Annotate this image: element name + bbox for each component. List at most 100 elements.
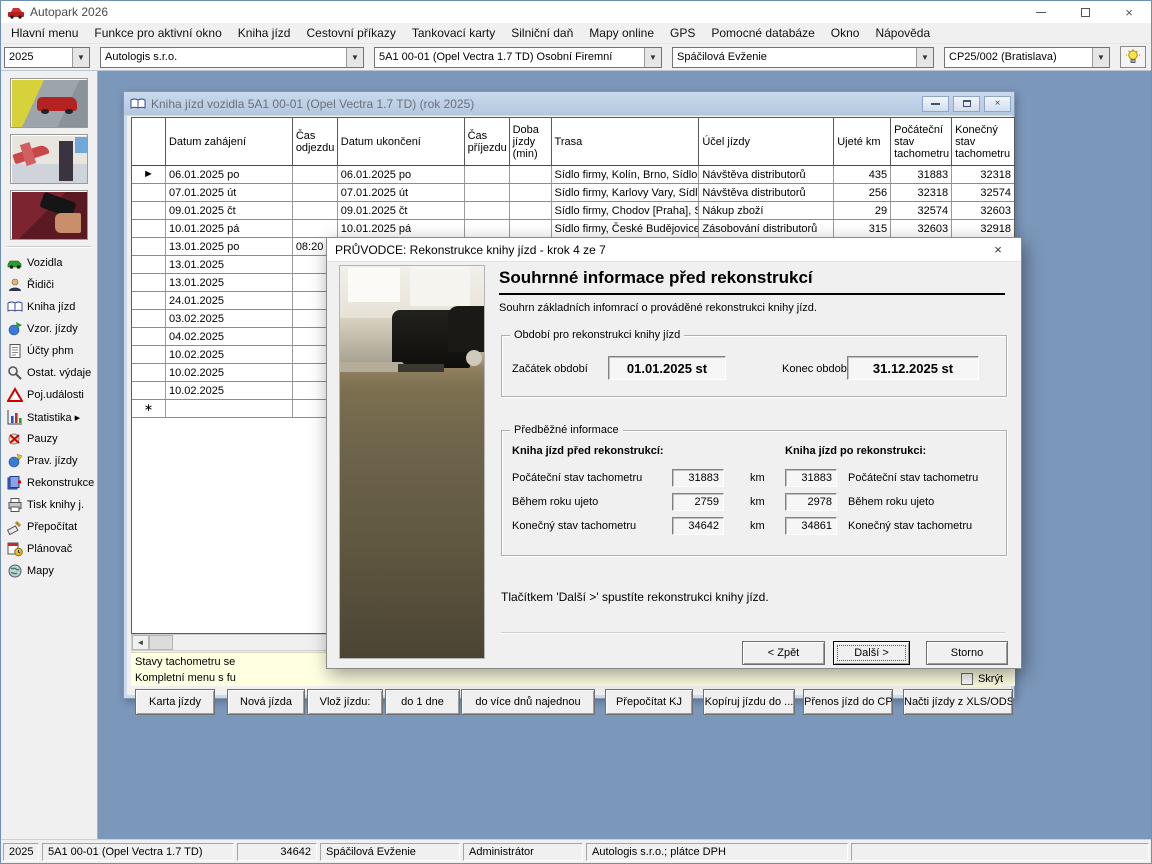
car-icon [7,260,22,269]
logbook-title-bar[interactable]: Kniha jízd vozidla 5A1 00-01 (Opel Vectr… [124,92,1014,115]
footer-buttons: Karta jízdy Nová jízda Vlož jízdu: do 1 dne… [127,689,1013,717]
logbook-action-button[interactable]: Načti jízdy z XLS/ODS [903,689,1013,715]
logbook-action-button[interactable]: Vlož jízdu: [307,689,383,715]
close-icon[interactable]: × [1107,1,1151,23]
logbook-action-button[interactable]: do 1 dne [385,689,460,715]
menu-item[interactable]: Okno [823,24,868,42]
logbook-action-button[interactable]: Přenos jízd do CP [803,689,893,715]
sidebar-item-vozidla[interactable]: Vozidla [1,252,97,274]
menu-item[interactable]: Kniha jízd [230,24,299,42]
tip-button[interactable] [1120,46,1146,68]
minimize-icon[interactable] [1019,1,1063,23]
year-combo[interactable]: 2025 ▼ [4,46,90,68]
divider [7,246,91,247]
globe-repeat-icon [8,453,23,468]
scroll-left-icon[interactable]: ◄ [132,635,149,650]
maximize-icon[interactable] [1063,1,1107,23]
book-icon [130,98,146,109]
logbook-action-button[interactable]: Karta jízdy [135,689,215,715]
wizard-title: PRŮVODCE: Rekonstrukce knihy jízd - krok… [335,242,606,257]
restore-icon[interactable] [953,95,980,112]
sidebar-item-vzor-jizdy[interactable]: Vzor. jízdy [1,318,97,340]
banner-fuel-image[interactable] [10,190,88,240]
chevron-down-icon[interactable]: ▼ [346,47,363,67]
banner-car-image[interactable] [10,78,88,128]
checkbox-icon[interactable] [960,673,973,685]
menu-item[interactable]: Tankovací karty [404,24,503,42]
back-button[interactable]: < Zpět [742,641,825,665]
wizard-description: Souhrn základních infomrací o prováděné … [499,302,817,314]
menu-item[interactable]: Pomocné databáze [703,24,822,42]
column-header: Čas příjezdu [465,118,510,165]
status-odometer: 34642 [237,842,317,861]
before-value-field: 2759 [672,493,724,511]
menu-item[interactable]: Cestovní příkazy [298,24,403,42]
sidebar-item-pojistne-udalosti[interactable]: Poj.události [1,384,97,406]
sidebar-item-mapy[interactable]: Mapy [1,560,97,582]
menu-item[interactable]: Silniční daň [503,24,581,42]
start-value-field: 01.01.2025 st [608,356,726,380]
sidebar-item-pravidelne-jizdy[interactable]: Prav. jízdy [1,450,97,472]
next-button[interactable]: Další > [833,641,910,665]
status-year: 2025 [3,842,39,861]
menu-item[interactable]: Hlavní menu [3,24,86,42]
chevron-down-icon[interactable]: ▼ [72,47,89,67]
close-icon[interactable]: × [983,242,1013,257]
hide-checkbox-row[interactable]: Skrýt [960,671,1003,687]
chevron-down-icon[interactable]: ▼ [1092,47,1109,67]
sidebar-item-ridici[interactable]: Řidiči [1,274,97,296]
globe-route-icon [8,322,22,336]
chevron-down-icon[interactable]: ▼ [916,47,933,67]
logbook-action-button[interactable]: do více dnů najednou [461,689,595,715]
menu-item[interactable]: Mapy online [581,24,662,42]
sidebar-item-planovac[interactable]: Plánovač [1,538,97,560]
sidebar-item-prepocitat[interactable]: Přepočítat [1,516,97,538]
preliminary-legend: Předběžné informace [510,424,623,436]
book-icon [7,301,23,312]
receipt-icon [9,344,21,358]
sidebar-item-rekonstrukce[interactable]: Rekonstrukce [1,472,97,494]
sidebar-item-pauzy[interactable]: Pauzy [1,428,97,450]
company-combo[interactable]: Autologis s.r.o. ▼ [100,46,364,68]
after-value-field: 34861 [785,517,837,535]
logbook-action-button[interactable]: Nová jízda [227,689,305,715]
wizard-title-bar[interactable]: PRŮVODCE: Rekonstrukce knihy jízd - krok… [327,238,1021,262]
menu-bar: Hlavní menu Funkce pro aktivní okno Kniha … [1,23,1151,44]
sidebar-item-ostatni-vydaje[interactable]: Ostat. výdaje [1,362,97,384]
sidebar-item-ucty-phm[interactable]: Účty phm [1,340,97,362]
close-icon[interactable]: × [984,95,1011,112]
table-row[interactable]: 10.01.2025 pá 10.01.2025 pá Sídlo firmy,… [132,220,1014,238]
table-row[interactable]: 09.01.2025 čt 09.01.2025 čt Sídlo firmy,… [132,202,1014,220]
cancel-button[interactable]: Storno [926,641,1008,665]
status-user-role: Administrátor [463,842,583,861]
sidebar-item-statistika[interactable]: Statistika ▸ [1,406,97,428]
toolbar: 2025 ▼ Autologis s.r.o. ▼ 5A1 00-01 (Ope… [1,44,1151,71]
sidebar-item-tisk-knihy[interactable]: Tisk knihy j. [1,494,97,516]
chevron-down-icon[interactable]: ▼ [644,47,661,67]
logbook-action-button[interactable]: Přepočítat KJ [605,689,693,715]
row-indicator [132,382,166,399]
info-line: Kompletní menu s fu [135,672,236,684]
after-value-field: 2978 [785,493,837,511]
banner-travel-image[interactable] [10,134,88,184]
table-row[interactable]: 07.01.2025 út 07.01.2025 út Sídlo firmy,… [132,184,1014,202]
table-row[interactable]: ► 06.01.2025 po 06.01.2025 po Sídlo firm… [132,166,1014,184]
vehicle-combo[interactable]: 5A1 00-01 (Opel Vectra 1.7 TD) Osobní Fi… [374,46,662,68]
menu-item[interactable]: GPS [662,24,703,42]
planner-icon [7,542,23,557]
magnifier-icon [8,366,22,380]
column-header: Ujeté km [834,118,892,165]
end-value-field: 31.12.2025 st [847,356,979,380]
scrollbar-thumb[interactable] [149,635,173,650]
menu-item[interactable]: Nápověda [867,24,938,42]
driver-combo[interactable]: Spáčilová Evženie ▼ [672,46,934,68]
minimize-icon[interactable] [922,95,949,112]
after-title: Kniha jízd po rekonstrukci: [785,445,927,457]
menu-item[interactable]: Funkce pro aktivní okno [86,24,229,42]
status-vehicle: 5A1 00-01 (Opel Vectra 1.7 TD) [42,842,234,861]
logbook-action-button[interactable]: Kopíruj jízdu do ... [703,689,795,715]
unit-label: km [750,472,765,484]
end-label: Konec období [782,363,850,375]
sidebar-item-kniha-jizd[interactable]: Kniha jízd [1,296,97,318]
trip-order-combo[interactable]: CP25/002 (Bratislava) ▼ [944,46,1110,68]
